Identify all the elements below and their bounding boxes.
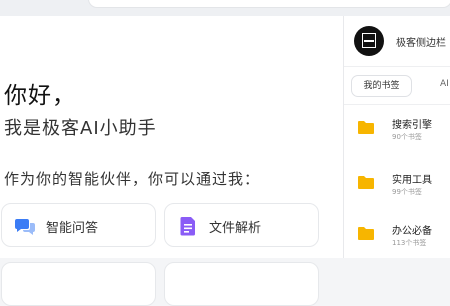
chat-bubbles-icon <box>15 219 35 235</box>
bookmark-count: 90个书签 <box>392 133 422 141</box>
document-icon <box>180 217 195 236</box>
browser-top-bar <box>0 0 450 16</box>
file-parse-card[interactable]: 文件解析 <box>164 203 319 247</box>
smart-qa-label: 智能问答 <box>46 221 99 236</box>
folder-icon <box>358 176 374 189</box>
folder-icon <box>358 227 374 240</box>
divider <box>344 66 450 67</box>
bookmark-count: 99个书签 <box>392 188 422 196</box>
bookmark-folder-name: 办公必备 <box>392 226 432 237</box>
assistant-panel: 你好， 我是极客AI小助手 作为你的智能伙伴，你可以通过我： 智能问答 文件解析 <box>0 16 343 306</box>
folder-icon <box>358 121 374 134</box>
bookmark-folder-item[interactable]: 办公必备 113个书签 <box>344 214 450 262</box>
feature-card[interactable] <box>1 262 156 306</box>
bookmark-folder-name: 实用工具 <box>392 175 432 186</box>
logo-mark-icon <box>362 33 376 48</box>
feature-card[interactable] <box>164 262 319 306</box>
sidebar: 极客侧边栏 我的书签 AI 搜索引擎 90个书签 实用工具 99个书签 办公必备… <box>343 16 450 258</box>
capabilities-intro: 作为你的智能伙伴，你可以通过我： <box>4 170 261 188</box>
greeting-text: 你好， <box>4 83 76 109</box>
file-parse-label: 文件解析 <box>209 221 262 236</box>
bookmark-folder-item[interactable]: 搜索引擎 90个书签 <box>344 108 450 156</box>
bookmark-count: 113个书签 <box>392 239 427 247</box>
address-bar[interactable] <box>88 0 450 8</box>
tab-my-bookmarks[interactable]: 我的书签 <box>351 75 412 97</box>
tab-ai[interactable]: AI <box>440 79 449 89</box>
sidebar-logo <box>354 26 384 56</box>
smart-qa-card[interactable]: 智能问答 <box>1 203 156 247</box>
bookmark-folder-name: 搜索引擎 <box>392 120 432 131</box>
sidebar-title: 极客侧边栏 <box>396 38 446 49</box>
divider <box>344 104 450 105</box>
bookmark-folder-item[interactable]: 实用工具 99个书签 <box>344 163 450 211</box>
assistant-intro-title: 我是极客AI小助手 <box>4 118 157 139</box>
